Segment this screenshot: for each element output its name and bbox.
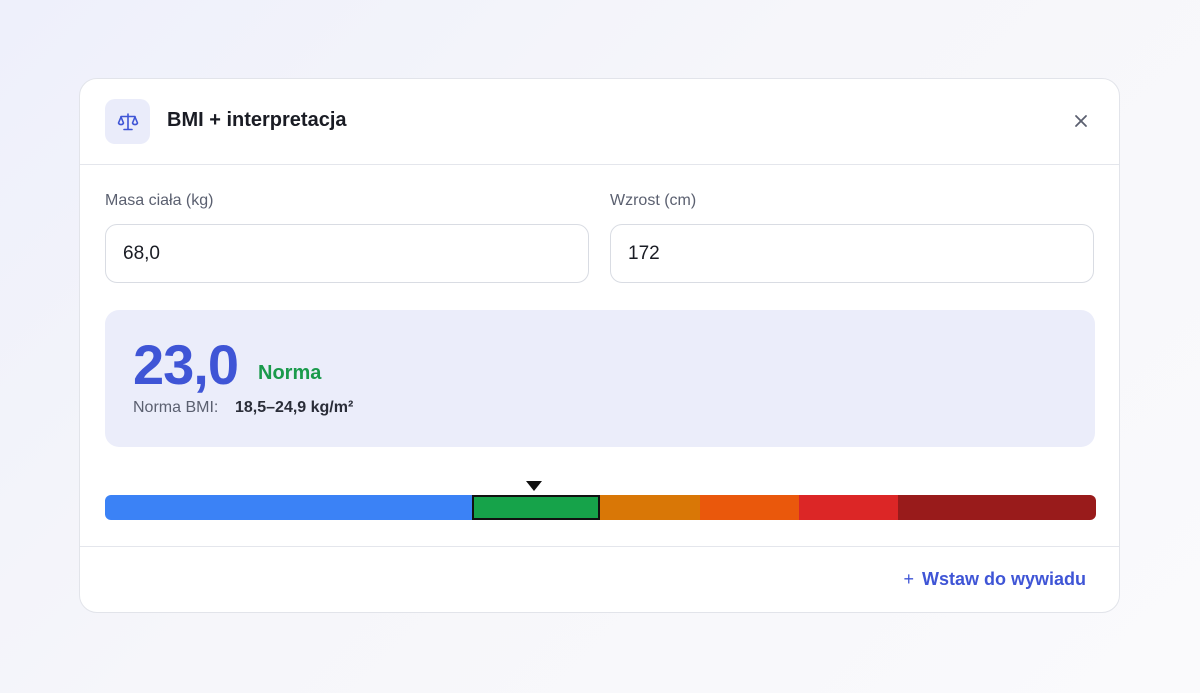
bmi-value: 23,0 xyxy=(133,333,239,396)
scale-segment-underweight xyxy=(105,495,472,520)
scale-segment-obesity-1 xyxy=(699,495,799,520)
dialog-header: BMI + interpretacja xyxy=(80,79,1119,165)
scale-segment-normal xyxy=(471,495,601,520)
scale-segment-overweight xyxy=(600,495,700,520)
scale-segment-obesity-2 xyxy=(798,495,898,520)
insert-to-history-button[interactable]: + Wstaw do wywiadu xyxy=(903,569,1086,590)
bmi-scale-bar xyxy=(105,495,1096,520)
bmi-result-panel: 23,0 Norma Norma BMI: 18,5–24,9 kg/m² xyxy=(105,310,1095,447)
bmi-marker-icon xyxy=(526,481,542,491)
plus-icon: + xyxy=(903,569,914,589)
scale-segment-obesity-3 xyxy=(897,495,1096,520)
close-icon[interactable] xyxy=(1069,109,1093,133)
dialog-footer: + Wstaw do wywiadu xyxy=(80,546,1119,612)
height-label: Wzrost (cm) xyxy=(610,192,697,209)
insert-label: Wstaw do wywiadu xyxy=(921,569,1086,589)
dialog-title: BMI + interpretacja xyxy=(167,109,347,131)
norm-label: Norma BMI: xyxy=(133,399,219,416)
height-input[interactable] xyxy=(610,224,1094,283)
norm-range: 18,5–24,9 kg/m² xyxy=(235,399,354,416)
weight-input[interactable] xyxy=(105,224,589,283)
bmi-dialog: BMI + interpretacja Masa ciała (kg) Wzro… xyxy=(79,78,1120,613)
bmi-category: Norma xyxy=(258,362,322,384)
weight-label: Masa ciała (kg) xyxy=(105,192,214,209)
scale-balance-icon xyxy=(105,99,150,144)
